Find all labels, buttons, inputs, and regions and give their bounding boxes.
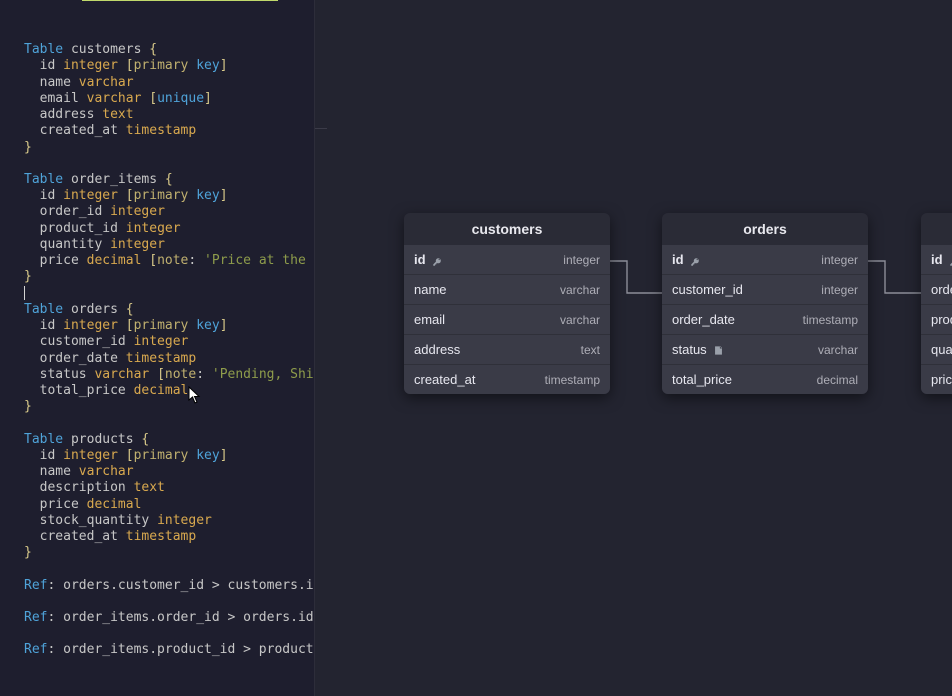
note-icon xyxy=(713,344,724,355)
key-icon xyxy=(690,255,700,265)
table-row[interactable]: status varchar xyxy=(662,334,868,364)
table-header[interactable] xyxy=(921,213,952,245)
table-row[interactable]: pric xyxy=(921,364,952,394)
table-row[interactable]: emailvarchar xyxy=(404,304,610,334)
code-editor[interactable]: Table customers { id integer [primary ke… xyxy=(0,0,314,696)
table-row[interactable]: orde xyxy=(921,274,952,304)
table-row[interactable]: namevarchar xyxy=(404,274,610,304)
hint-underline xyxy=(82,0,278,1)
table-row[interactable]: order_datetimestamp xyxy=(662,304,868,334)
db-table-orders[interactable]: orders id integer customer_idinteger ord… xyxy=(662,213,868,394)
keyword-table: Table xyxy=(24,42,63,57)
text-cursor xyxy=(24,286,25,300)
table-row[interactable]: total_pricedecimal xyxy=(662,364,868,394)
table-row[interactable]: prod xyxy=(921,304,952,334)
table-row[interactable]: addresstext xyxy=(404,334,610,364)
db-table-partial[interactable]: id orde prod qua pric xyxy=(921,213,952,394)
table-row[interactable]: qua xyxy=(921,334,952,364)
table-row[interactable]: created_attimestamp xyxy=(404,364,610,394)
table-header[interactable]: customers xyxy=(404,213,610,245)
key-icon xyxy=(432,255,442,265)
table-header[interactable]: orders xyxy=(662,213,868,245)
table-row[interactable]: id integer xyxy=(662,245,868,274)
table-row[interactable]: customer_idinteger xyxy=(662,274,868,304)
table-name: customers xyxy=(71,42,141,57)
key-icon xyxy=(949,255,952,265)
table-row[interactable]: id integer xyxy=(404,245,610,274)
db-table-customers[interactable]: customers id integer namevarchar emailva… xyxy=(404,213,610,394)
diagram-canvas[interactable]: customers id integer namevarchar emailva… xyxy=(314,0,952,696)
table-row[interactable]: id xyxy=(921,245,952,274)
